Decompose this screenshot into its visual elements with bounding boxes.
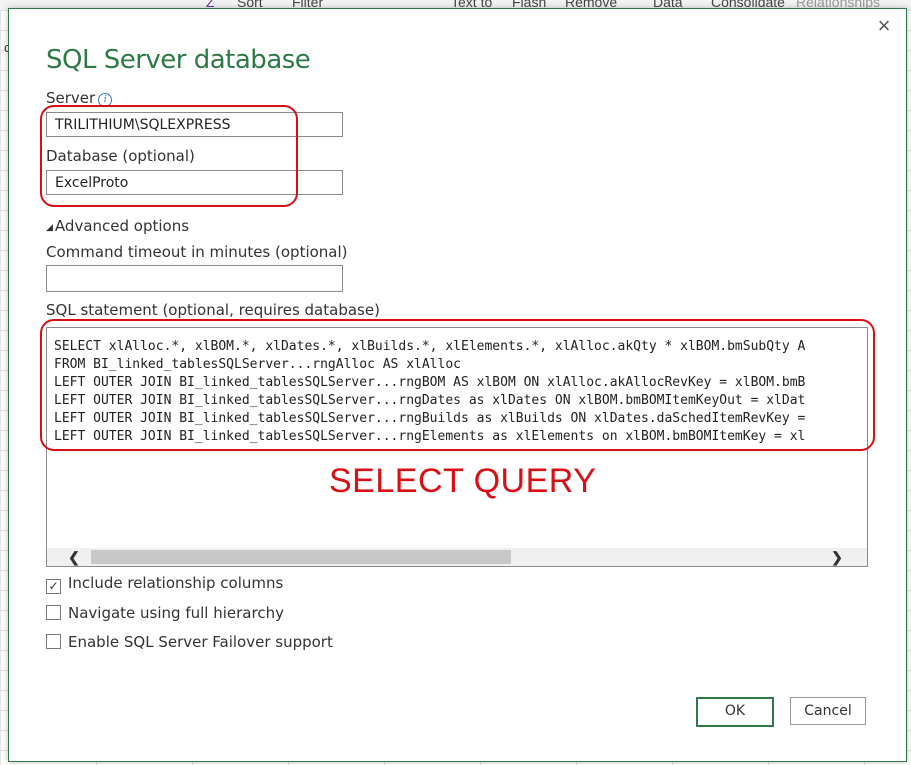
dialog-title: SQL Server database [46,45,311,75]
advanced-options-toggle[interactable]: ◢ Advanced options [46,217,189,235]
checkbox-unchecked-icon[interactable] [46,634,61,649]
timeout-input[interactable] [46,265,343,292]
checkbox-label: Include relationship columns [68,574,284,592]
scroll-right-icon[interactable]: ❯ [828,548,846,566]
cancel-button[interactable]: Cancel [790,697,866,725]
ok-button[interactable]: OK [696,697,774,727]
annotation-label: SELECT QUERY [329,462,597,500]
checkbox-unchecked-icon[interactable] [46,605,61,620]
enable-failover-checkbox[interactable]: Enable SQL Server Failover support [46,633,333,653]
annotation-sql-highlight [40,319,875,451]
checkbox-label: Enable SQL Server Failover support [68,633,333,651]
expand-triangle-icon: ◢ [46,223,53,233]
advanced-options-label: Advanced options [54,217,190,235]
horizontal-scrollbar[interactable]: ❮ ❯ [47,548,867,566]
navigate-full-hierarchy-checkbox[interactable]: Navigate using full hierarchy [46,604,284,624]
timeout-label: Command timeout in minutes (optional) [46,243,348,261]
include-relationship-columns-checkbox[interactable]: ✓ Include relationship columns [46,574,283,594]
scrollbar-thumb[interactable] [91,550,511,564]
sql-statement-label: SQL statement (optional, requires databa… [46,301,380,319]
scroll-left-icon[interactable]: ❮ [65,548,83,566]
checkbox-checked-icon[interactable]: ✓ [46,579,61,594]
checkbox-label: Navigate using full hierarchy [68,604,284,622]
close-icon[interactable]: × [874,15,894,37]
annotation-server-highlight [40,105,298,207]
